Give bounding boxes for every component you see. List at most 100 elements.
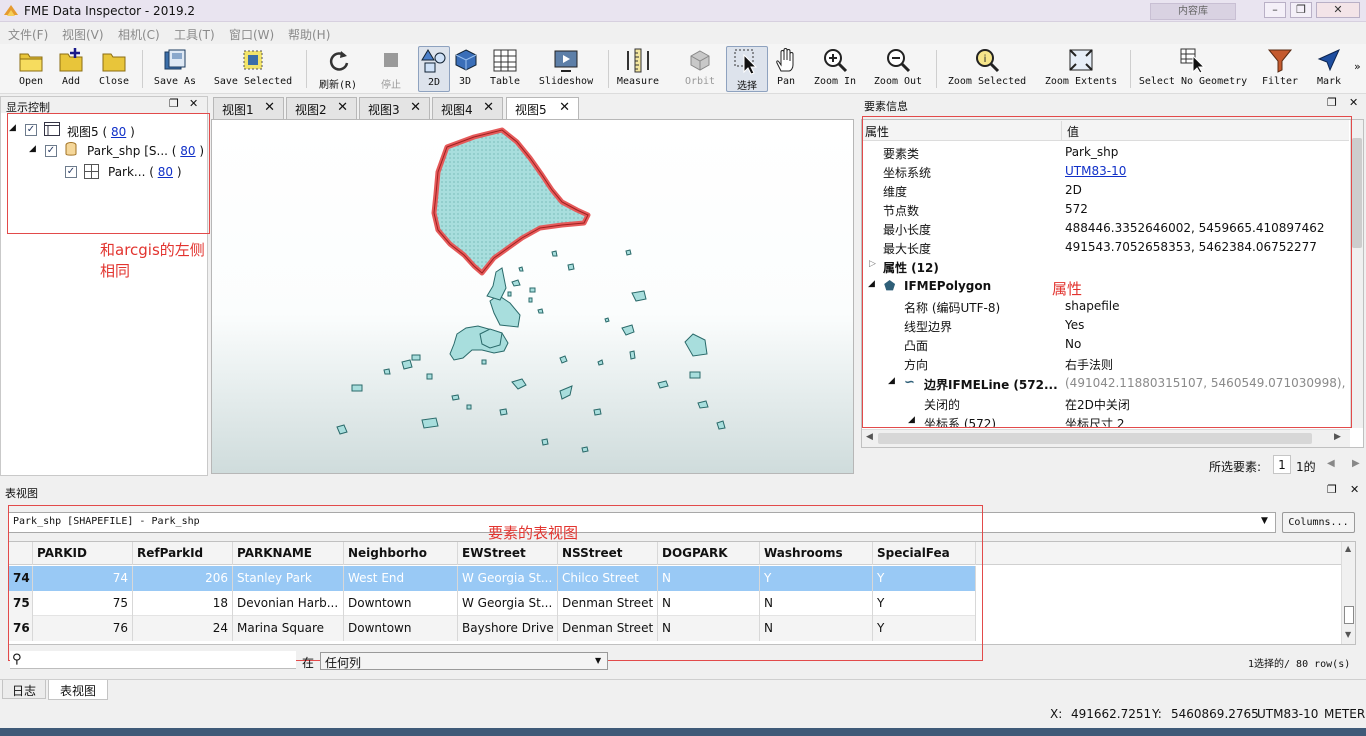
park-polygon [697,400,709,409]
map-view[interactable] [211,119,854,474]
table-button[interactable]: Table [486,46,524,92]
chevron-down-icon[interactable]: ▼ [1261,516,1268,526]
tree-count-link[interactable]: 80 [180,144,195,158]
scroll-down-icon[interactable]: ▼ [1345,630,1351,639]
scrollbar-thumb[interactable] [878,433,1312,444]
float-panel-icon[interactable]: ❐ [169,97,179,110]
close-tab-icon[interactable]: ✕ [559,100,570,115]
float-panel-icon[interactable]: ❐ [1327,96,1337,109]
save-as-button[interactable]: Save As [150,46,200,92]
menu-help[interactable]: 帮助(H) [288,26,330,43]
tree-checkbox-view5[interactable]: ✓ [25,124,37,136]
next-feature-icon[interactable]: ▶ [1352,458,1360,469]
tab-table-view[interactable]: 表视图 [48,680,108,700]
divider [0,679,1366,680]
save-selected-icon [243,50,263,70]
background-window-tab[interactable]: 内容库 [1150,3,1236,20]
feature-info-horizontal-scrollbar[interactable]: ◀ ▶ [862,429,1350,447]
refresh-icon [329,51,349,71]
close-panel-icon[interactable]: ✕ [1349,96,1358,109]
park-polygon [625,249,632,256]
zoom-out-icon [887,49,911,73]
view-3d-button[interactable]: 3D [452,46,478,92]
folder-open-icon [19,53,43,72]
scroll-left-icon[interactable]: ◀ [866,432,873,442]
orbit-button[interactable]: Orbit [680,46,720,92]
tree-label-featuretype: Park... ( [108,165,154,179]
close-tab-icon[interactable]: ✕ [337,100,348,115]
close-window-button[interactable]: ✕ [1316,2,1360,18]
display-control-panel: 显示控制 ❐ ✕ ◢ ✓ 视图5 ( 80 ) ◢ ✓ Park_shp [S.… [0,96,210,476]
tree-checkbox-dataset[interactable]: ✓ [45,145,57,157]
search-column-select[interactable]: 任何列 ▼ [320,652,608,670]
restore-button[interactable]: ❐ [1290,2,1312,18]
park-polygon [401,359,413,370]
tab-view1[interactable]: 视图1 ✕ [213,97,284,119]
tree-count-link[interactable]: 80 [111,125,126,139]
toolbar-overflow-icon[interactable]: » [1354,60,1361,73]
close-panel-icon[interactable]: ✕ [189,97,198,110]
search-input[interactable] [10,651,296,669]
pan-button[interactable]: Pan [772,46,800,92]
park-polygon [559,355,568,364]
zoom-in-button[interactable]: Zoom In [810,46,860,92]
menu-camera[interactable]: 相机(C) [118,26,160,43]
scrollbar-thumb[interactable] [1352,138,1362,248]
slideshow-button[interactable]: Slideshow [534,46,598,92]
menu-tools[interactable]: 工具(T) [174,26,215,43]
selected-index-input[interactable]: 1 [1273,455,1291,474]
tab-view2[interactable]: 视图2 ✕ [286,97,357,119]
view-2d-button[interactable]: 2D [418,46,450,92]
map-canvas[interactable] [212,120,853,473]
zoom-selected-button[interactable]: i Zoom Selected [942,46,1032,92]
select-button[interactable]: 选择 [726,46,768,92]
close-tab-icon[interactable]: ✕ [483,100,494,115]
filter-button[interactable]: Filter [1258,46,1302,92]
stop-button[interactable]: 停止 [372,46,410,92]
select-no-geometry-button[interactable]: Select No Geometry [1136,46,1250,92]
zoom-out-button[interactable]: Zoom Out [870,46,926,92]
close-button[interactable]: Close [96,46,132,92]
measure-button[interactable]: Measure [614,46,662,92]
park-polygon [551,250,558,257]
minimize-button[interactable]: – [1264,2,1286,18]
add-button[interactable]: Add [54,46,88,92]
menu-view[interactable]: 视图(V) [62,26,104,43]
columns-button[interactable]: Columns... [1282,512,1355,533]
tree-count-link[interactable]: 80 [158,165,173,179]
table-icon [493,49,517,72]
tab-log[interactable]: 日志 [2,680,46,699]
table-vertical-scrollbar[interactable]: ▲ ▼ [1341,542,1355,644]
close-panel-icon[interactable]: ✕ [1350,483,1359,496]
park-polygon [466,404,472,410]
mark-button[interactable]: Mark [1310,46,1348,92]
refresh-button[interactable]: 刷新(R) [314,46,362,92]
measure-ruler-icon [627,48,649,73]
selected-park-polygon[interactable] [431,127,591,276]
tab-view5[interactable]: 视图5 ✕ [506,97,579,120]
chevron-down-icon[interactable]: ▼ [595,656,601,665]
tab-view4[interactable]: 视图4 ✕ [432,97,503,119]
park-polygon [479,328,503,349]
park-polygon [593,408,602,416]
tree-checkbox-featuretype[interactable]: ✓ [65,166,77,178]
scrollbar-thumb[interactable] [1344,606,1354,624]
menu-window[interactable]: 窗口(W) [229,26,274,43]
scroll-up-icon[interactable]: ▲ [1345,544,1351,553]
select-cursor-icon [734,49,758,75]
previous-feature-icon[interactable]: ◀ [1327,458,1335,469]
close-tab-icon[interactable]: ✕ [410,100,421,115]
park-polygon [657,380,669,389]
menu-file[interactable]: 文件(F) [8,26,48,43]
tab-view3[interactable]: 视图3 ✕ [359,97,430,119]
scroll-right-icon[interactable]: ▶ [1334,432,1341,442]
close-tab-icon[interactable]: ✕ [264,100,275,115]
tree-label-dataset: Park_shp [S... ( [87,144,177,158]
open-button[interactable]: Open [14,46,48,92]
zoom-extents-button[interactable]: Zoom Extents [1040,46,1122,92]
float-panel-icon[interactable]: ❐ [1327,483,1337,496]
tree-expand-icon[interactable]: ◢ [29,144,36,154]
park-polygon [604,317,610,323]
save-selected-button[interactable]: Save Selected [210,46,296,92]
tree-expand-icon[interactable]: ◢ [9,123,16,133]
